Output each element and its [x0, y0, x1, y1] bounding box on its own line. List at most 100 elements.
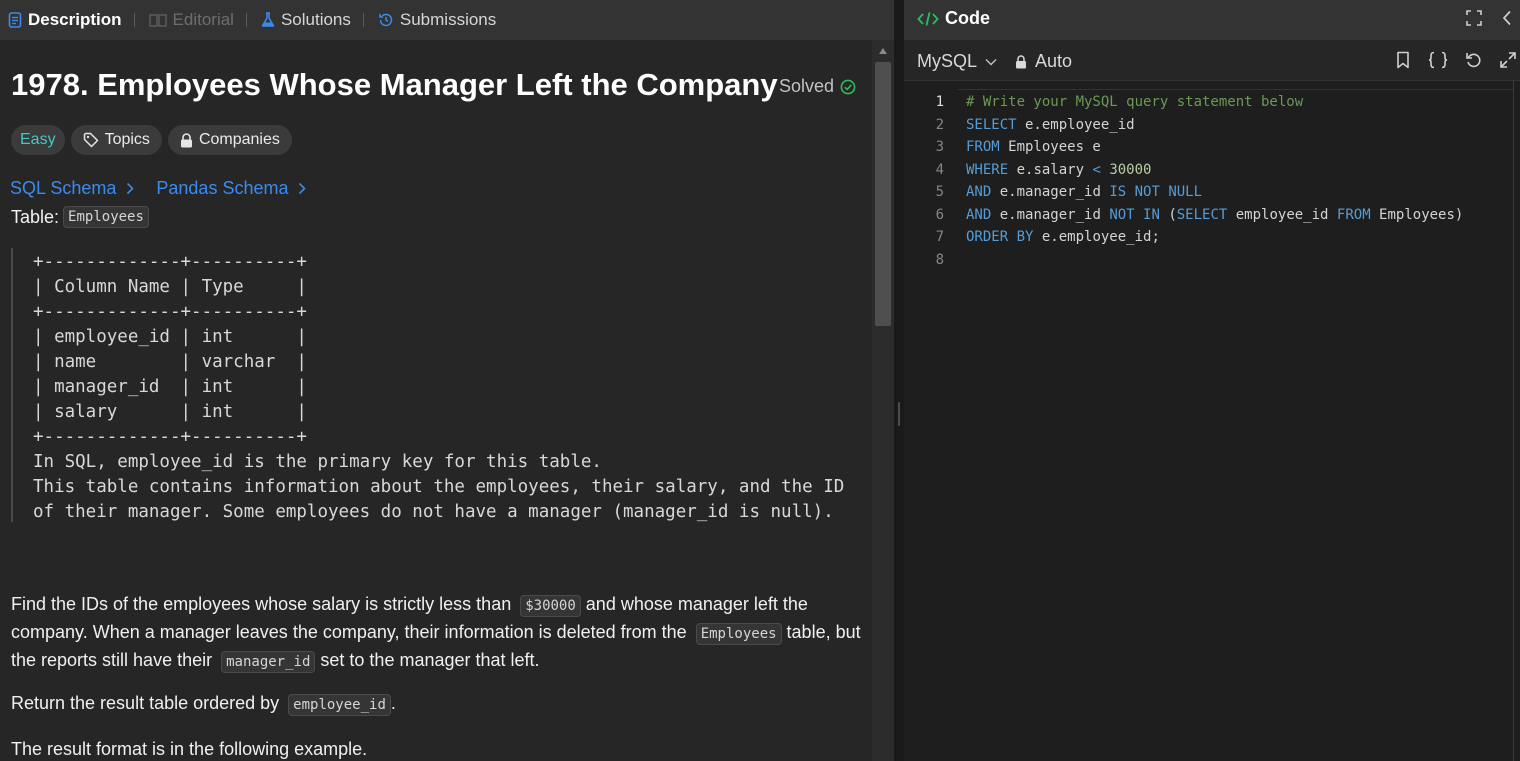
difficulty-badge: Easy — [11, 125, 65, 155]
auto-mode[interactable]: Auto — [1015, 51, 1072, 72]
para1-text-a: Find the IDs of the employees whose sala… — [11, 594, 517, 614]
employees-table-code: Employees — [695, 623, 782, 645]
schema-links: SQL Schema Pandas Schema — [10, 178, 328, 199]
line-number: 1 — [935, 94, 944, 110]
lock-icon — [180, 132, 192, 147]
reset-icon[interactable] — [1465, 51, 1482, 69]
companies-label: Companies — [198, 131, 280, 148]
language-label: MySQL — [917, 51, 978, 71]
line-number-gutter: 1 2 3 4 5 6 7 8 — [904, 91, 944, 271]
check-circle-icon — [840, 79, 856, 94]
problem-description: 1978. Employees Whose Manager Left the C… — [0, 40, 872, 761]
tab-separator — [133, 13, 135, 27]
code-line: AND e.manager_id NOT IN (SELECT employee… — [966, 204, 1463, 227]
code-token: e.employee_id — [1016, 116, 1135, 133]
code-line: # Write your MySQL query statement below — [966, 91, 1463, 114]
schema-text: +-------------+----------+ | Column Name… — [33, 252, 845, 522]
left-tab-bar: Description Editorial Solutions Submissi… — [0, 0, 894, 40]
line-number: 5 — [935, 184, 944, 200]
expand-icon[interactable] — [1500, 51, 1516, 69]
code-token: ( — [1159, 206, 1177, 223]
code-line: WHERE e.salary < 30000 — [966, 159, 1463, 182]
tab-description-label: Description — [28, 10, 122, 29]
editor-toolbar: MySQL Auto — [904, 40, 1520, 81]
solved-label: Solved — [779, 76, 835, 96]
problem-title: 1978. Employees Whose Manager Left the C… — [11, 67, 778, 102]
collapse-left-icon[interactable] — [1502, 10, 1512, 26]
panel-resize-handle[interactable] — [894, 0, 904, 761]
companies-chip[interactable]: Companies — [167, 125, 292, 155]
tag-icon — [83, 132, 98, 148]
resize-grip[interactable] — [898, 402, 900, 426]
line-number: 8 — [935, 251, 944, 268]
code-token: FROM — [1336, 206, 1371, 223]
tab-submissions[interactable]: Submissions — [370, 0, 500, 40]
code-content[interactable]: # Write your MySQL query statement below… — [966, 91, 1463, 271]
pandas-schema-link[interactable]: Pandas Schema — [156, 178, 307, 199]
description-scrollbar[interactable] — [872, 40, 894, 761]
code-token: e.salary — [1008, 161, 1093, 178]
line-number: 6 — [935, 206, 944, 223]
language-select[interactable]: MySQL — [917, 51, 997, 72]
salary-threshold-code: $30000 — [520, 595, 581, 617]
editor-separator — [958, 89, 1513, 90]
chevron-down-icon — [985, 58, 997, 66]
code-editor[interactable]: 1 2 3 4 5 6 7 8 # Write your MySQL query statem… — [904, 81, 1520, 761]
code-token: 30000 — [1109, 161, 1152, 178]
auto-label: Auto — [1035, 51, 1073, 71]
code-token: SELECT — [966, 116, 1017, 133]
flask-icon — [261, 12, 275, 27]
code-token: Employees) — [1370, 206, 1464, 223]
code-token: e.manager_id — [991, 206, 1110, 223]
chevron-right-icon — [299, 182, 307, 195]
code-token: # Write your MySQL query statement below — [966, 94, 1304, 110]
problem-paragraph-2: Return the result table ordered by emplo… — [11, 690, 861, 718]
employee-id-code: employee_id — [288, 694, 391, 716]
tag-chips: Easy Topics Companies — [11, 125, 298, 155]
code-line: ORDER BY e.employee_id; — [966, 226, 1463, 249]
tab-solutions-label: Solutions — [280, 10, 351, 29]
scroll-thumb[interactable] — [875, 62, 891, 326]
tab-editorial[interactable]: Editorial — [141, 0, 238, 40]
format-braces-icon[interactable] — [1428, 51, 1448, 69]
sql-schema-label: SQL Schema — [10, 178, 117, 198]
tab-separator — [362, 13, 364, 27]
scroll-up-arrow[interactable] — [879, 48, 887, 54]
bookmark-icon[interactable] — [1396, 51, 1410, 69]
code-token: ORDER BY — [966, 229, 1034, 245]
document-icon — [8, 12, 22, 28]
history-icon — [379, 13, 393, 27]
code-token: AND — [966, 206, 992, 223]
code-token: < — [1092, 161, 1101, 178]
tab-submissions-label: Submissions — [399, 10, 497, 29]
solved-status: Solved — [779, 76, 856, 97]
schema-block: +-------------+----------+ | Column Name… — [11, 248, 863, 522]
table-prefix: Table: — [11, 206, 60, 227]
line-number: 2 — [935, 116, 944, 133]
code-line: AND e.manager_id IS NOT NULL — [966, 181, 1463, 204]
sql-schema-link[interactable]: SQL Schema — [10, 178, 135, 199]
code-panel: Code MySQL Auto 1 2 3 4 5 6 7 8 # Write your My… — [904, 0, 1520, 761]
para1-text-d: set to the manager that left. — [315, 650, 540, 670]
code-line: FROM Employees e — [966, 136, 1463, 159]
code-line: SELECT e.employee_id — [966, 114, 1463, 137]
table-label: Table: Employees — [11, 206, 149, 228]
code-token: AND — [966, 184, 992, 200]
tab-editorial-label: Editorial — [172, 10, 234, 29]
code-token: Employees e — [999, 139, 1101, 155]
code-token: IS NOT NULL — [1109, 184, 1203, 200]
code-title: Code — [917, 8, 990, 29]
maximize-icon[interactable] — [1466, 10, 1482, 26]
topics-chip[interactable]: Topics — [70, 125, 162, 155]
code-token: employee_id — [1227, 206, 1337, 223]
tab-description[interactable]: Description — [0, 0, 126, 40]
para2-text-b: . — [390, 693, 396, 713]
tab-solutions[interactable]: Solutions — [253, 0, 355, 40]
code-token: SELECT — [1176, 206, 1228, 223]
app-root: Description Editorial Solutions Submissi… — [0, 0, 1520, 761]
problem-paragraph-1: Find the IDs of the employees whose sala… — [11, 591, 861, 675]
code-token: WHERE — [966, 161, 1009, 178]
table-name-code: Employees — [63, 206, 149, 228]
code-title-label: Code — [945, 8, 990, 28]
